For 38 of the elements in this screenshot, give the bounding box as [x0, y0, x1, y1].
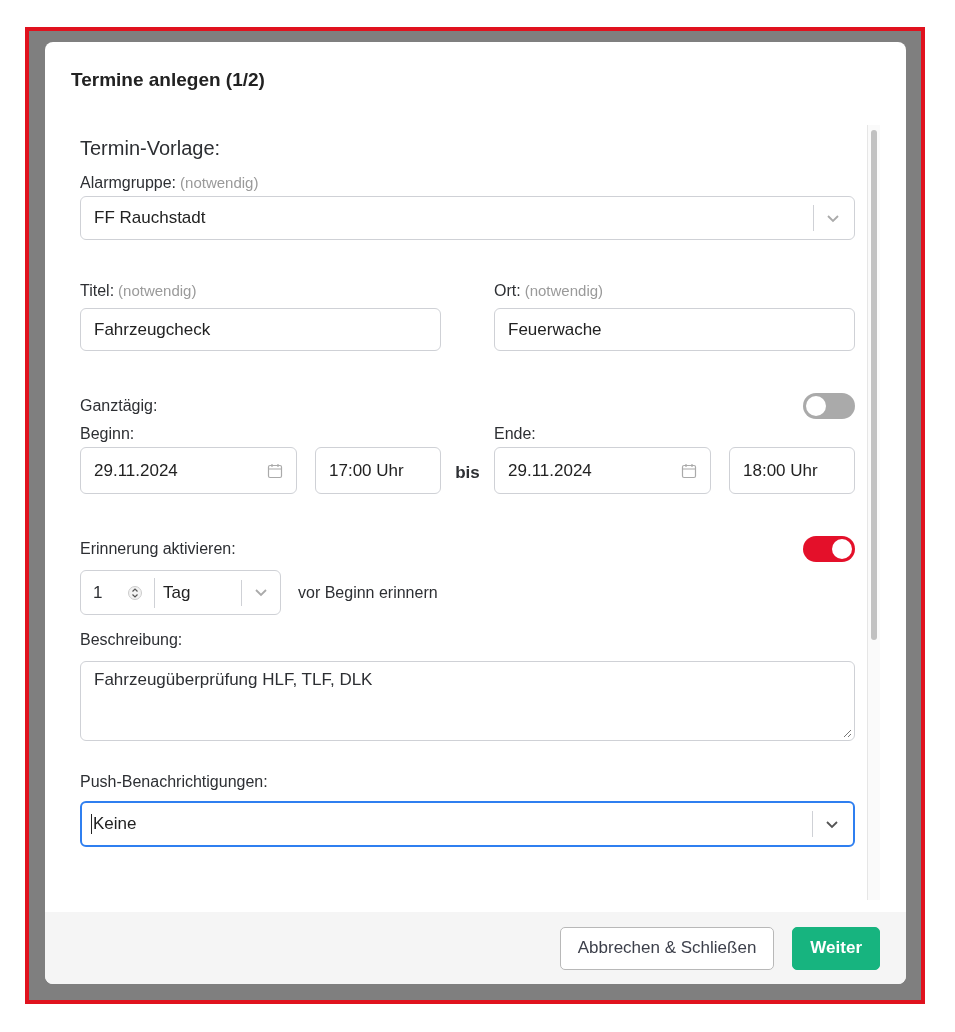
- spinner-icon: [128, 583, 142, 602]
- section-title: Termin-Vorlage:: [80, 137, 221, 160]
- calendar-icon: [681, 462, 697, 479]
- unit-select[interactable]: Tag: [155, 579, 280, 606]
- field-label: Titel:: [80, 282, 115, 300]
- date-field[interactable]: 29.11.2024: [494, 447, 711, 494]
- date-field[interactable]: 29.11.2024: [80, 447, 297, 494]
- location-field[interactable]: Feuerwache: [494, 308, 855, 351]
- chevron-icon: [825, 819, 839, 829]
- time-field[interactable]: 17:00 Uhr: [315, 447, 441, 494]
- range-separator: bis: [455, 462, 480, 483]
- time-field[interactable]: 18:00 Uhr: [729, 447, 855, 494]
- push-select[interactable]: Keine: [80, 801, 855, 847]
- field-label: Ende:: [494, 425, 537, 443]
- toggle-switch[interactable]: [803, 393, 855, 419]
- number-field[interactable]: 1: [81, 577, 155, 608]
- field-label: Beschreibung:: [80, 631, 183, 649]
- field-label: Beginn:: [80, 425, 136, 443]
- toggle-switch[interactable]: [803, 536, 855, 562]
- field-label: Ort:: [494, 282, 521, 300]
- reminder-text: vor Beginn erinnern: [298, 583, 438, 602]
- chevron-icon: [254, 588, 268, 597]
- required-hint: (notwendig): [118, 282, 197, 299]
- scrollbar[interactable]: [867, 125, 880, 900]
- calendar-icon: [267, 462, 283, 479]
- alarm-group-select[interactable]: FF Rauchstadt: [80, 196, 855, 240]
- required-hint: (notwendig): [180, 174, 259, 191]
- chevron-icon: [826, 213, 840, 223]
- description-field[interactable]: Fahrzeugüberprüfung HLF, TLF, DLK: [80, 661, 855, 741]
- resize-handle-icon[interactable]: [843, 729, 852, 738]
- field-label: Alarmgruppe:: [80, 174, 177, 192]
- field-label: Erinnerung aktivieren:: [80, 540, 236, 558]
- dialog-title: Termine anlegen (1/2): [71, 69, 265, 90]
- title-field[interactable]: Fahrzeugcheck: [80, 308, 441, 351]
- field-label: Push-Benachrichtigungen:: [80, 773, 268, 791]
- required-hint: (notwendig): [524, 282, 604, 299]
- cancel-button[interactable]: Abbrechen & Schließen: [559, 926, 775, 970]
- field-label: Ganztägig:: [80, 397, 158, 415]
